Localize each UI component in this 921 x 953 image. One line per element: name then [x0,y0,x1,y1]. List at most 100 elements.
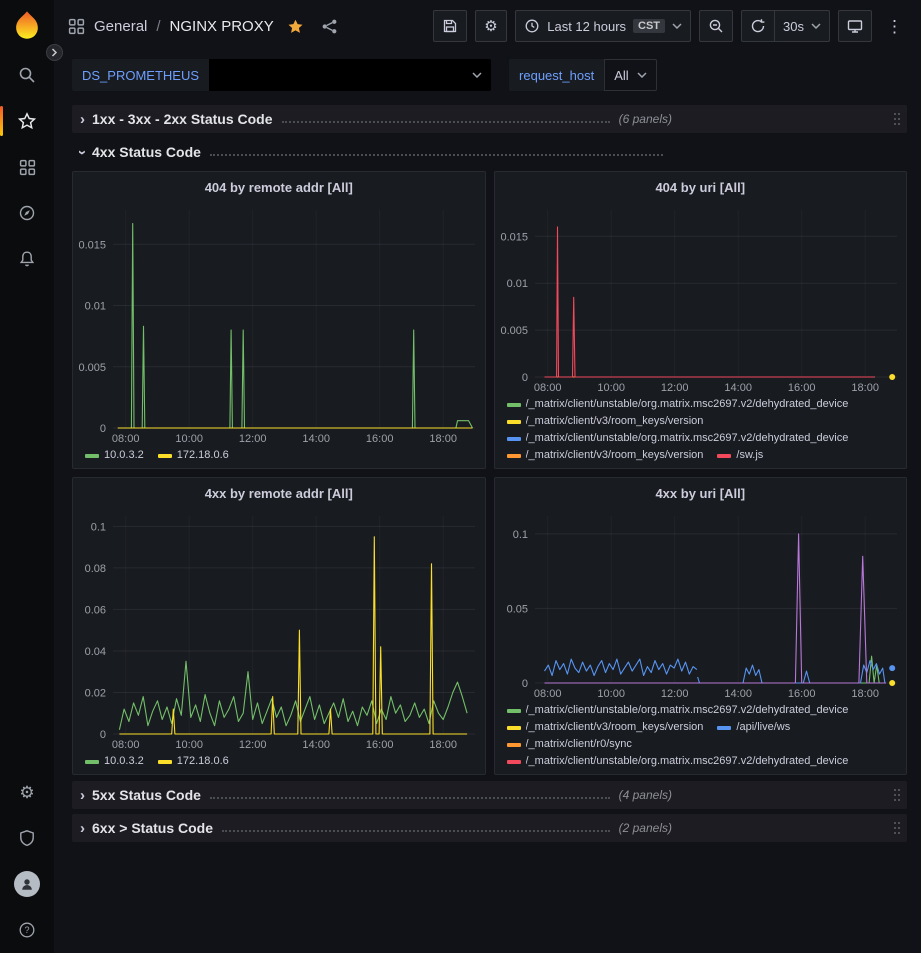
refresh-button[interactable] [741,10,774,42]
share-button[interactable] [317,16,342,37]
x-axis-tick-label: 16:00 [366,433,394,445]
panel-header[interactable]: 4xx by uri [All] [495,478,907,508]
tv-mode-button[interactable] [838,10,872,42]
sidebar-explore-button[interactable] [0,190,54,236]
legend-item[interactable]: 172.18.0.6 [158,448,229,463]
datasource-variable-value[interactable] [209,59,491,91]
legend-item[interactable]: /_matrix/client/unstable/org.matrix.msc2… [507,397,849,412]
grafana-logo[interactable] [0,0,54,52]
chart-canvas[interactable]: 00.0050.010.01508:0010:0012:0014:0016:00… [495,202,907,395]
chevron-down-icon [472,72,482,78]
row-drag-handle[interactable] [891,110,903,128]
sidebar-help-button[interactable]: ? [0,907,54,953]
legend-item[interactable]: /api/live/ws [717,720,790,735]
sidebar-starred-button[interactable] [0,98,54,144]
row-panel-count: (6 panels) [619,112,672,126]
request-host-value-text: All [614,68,628,83]
chart-canvas[interactable]: 00.050.108:0010:0012:0014:0016:0018:00 [495,508,907,701]
legend-item[interactable]: /_matrix/client/v3/room_keys/version [507,414,704,429]
zoom-out-button[interactable] [699,10,733,42]
x-axis-tick-label: 12:00 [660,688,688,700]
request-host-variable-value[interactable]: All [604,59,656,91]
legend-label: /sw.js [736,448,763,463]
sidebar-dashboards-button[interactable] [0,144,54,190]
sidebar-profile-button[interactable] [0,861,54,907]
refresh-group: 30s [741,10,830,42]
legend-label: /_matrix/client/v3/room_keys/version [526,414,704,429]
row-drag-handle[interactable] [891,819,903,837]
sidebar-configuration-button[interactable]: ⚙ [0,769,54,815]
request-host-variable-label[interactable]: request_host [509,59,604,91]
series-line [697,661,884,683]
legend-item[interactable]: 172.18.0.6 [158,754,229,769]
legend-item[interactable]: /_matrix/client/v3/room_keys/version [507,448,704,463]
legend-item[interactable]: /_matrix/client/unstable/org.matrix.msc2… [507,703,849,718]
favorite-star-button[interactable] [283,16,308,37]
chart-canvas[interactable]: 00.020.040.060.080.108:0010:0012:0014:00… [73,508,485,752]
row-drag-handle[interactable] [891,786,903,804]
datasource-variable-label[interactable]: DS_PROMETHEUS [72,59,209,91]
y-axis-tick-label: 0.06 [85,604,106,616]
panel-title: 4xx by uri [All] [655,486,745,501]
sidebar-search-button[interactable] [0,52,54,98]
x-axis-tick-label: 08:00 [533,382,561,394]
series-line [118,224,473,429]
x-axis-tick-label: 12:00 [239,739,267,751]
refresh-interval-dropdown[interactable]: 30s [774,10,830,42]
legend-swatch [507,403,521,407]
row-4xx: › 4xx Status Code [72,138,907,166]
legend-item[interactable]: /_matrix/client/unstable/org.matrix.msc2… [507,431,849,446]
x-axis-tick-label: 18:00 [429,433,457,445]
breadcrumb-section[interactable]: General [94,18,147,35]
panel-4xx-by-remote-addr: 4xx by remote addr [All] 00.020.040.060.… [72,477,486,775]
legend-label: /_matrix/client/unstable/org.matrix.msc2… [526,754,849,769]
dashboards-icon [68,18,85,35]
legend-item[interactable]: /_matrix/client/r0/sync [507,737,632,752]
legend-item[interactable]: /sw.js [717,448,763,463]
row-toggle[interactable]: › 1xx - 3xx - 2xx Status Code (6 panels) [72,111,672,127]
x-axis-tick-label: 10:00 [175,433,203,445]
row-toggle[interactable]: › 4xx Status Code [72,144,672,160]
sidebar-admin-button[interactable] [0,815,54,861]
row-toggle[interactable]: › 6xx > Status Code (2 panels) [72,820,672,836]
chevron-right-icon: › [80,821,85,836]
row-toggle[interactable]: › 5xx Status Code (4 panels) [72,787,672,803]
legend-item[interactable]: /_matrix/client/v3/room_keys/version [507,720,704,735]
legend-item[interactable]: 10.0.3.2 [85,754,144,769]
y-axis-tick-label: 0.05 [506,603,527,615]
y-axis-tick-label: 0 [521,372,527,384]
row-1xx-3xx-2xx: › 1xx - 3xx - 2xx Status Code (6 panels) [72,105,907,133]
sidebar-alerting-button[interactable] [0,236,54,282]
kebab-menu-button[interactable]: ⋮ [880,18,909,35]
panel-header[interactable]: 404 by uri [All] [495,172,907,202]
bell-icon [18,250,36,268]
timeseries-chart[interactable]: 00.0050.010.01508:0010:0012:0014:0016:00… [73,202,485,446]
legend-swatch [507,420,521,424]
row-5xx: › 5xx Status Code (4 panels) [72,781,907,809]
legend-swatch [85,454,99,458]
breadcrumb-title[interactable]: NGINX PROXY [170,18,274,35]
legend-swatch [717,454,731,458]
time-range-picker[interactable]: Last 12 hours CST [515,10,691,42]
legend-swatch [507,709,521,713]
refresh-icon [750,18,766,34]
timeseries-chart[interactable]: 00.050.108:0010:0012:0014:0016:0018:00 [495,508,907,701]
legend-item[interactable]: /_matrix/client/unstable/org.matrix.msc2… [507,754,849,769]
panel-header[interactable]: 404 by remote addr [All] [73,172,485,202]
panel-header[interactable]: 4xx by remote addr [All] [73,478,485,508]
dashboard-settings-button[interactable]: ⚙ [475,10,507,42]
save-dashboard-button[interactable] [433,10,467,42]
sidebar-expand-button[interactable] [46,44,63,61]
help-icon: ? [18,921,36,939]
y-axis-tick-label: 0.01 [85,301,106,313]
main-area: General / NGINX PROXY ⚙ [54,0,921,953]
y-axis-tick-label: 0.08 [85,563,106,575]
timeseries-chart[interactable]: 00.0050.010.01508:0010:0012:0014:0016:00… [495,202,907,395]
chart-canvas[interactable]: 00.0050.010.01508:0010:0012:0014:0016:00… [73,202,485,446]
sidebar: ⚙ ? [0,0,54,953]
monitor-icon [847,18,863,34]
timeseries-chart[interactable]: 00.020.040.060.080.108:0010:0012:0014:00… [73,508,485,752]
legend-item[interactable]: 10.0.3.2 [85,448,144,463]
x-axis-tick-label: 08:00 [533,688,561,700]
avatar [14,871,40,897]
